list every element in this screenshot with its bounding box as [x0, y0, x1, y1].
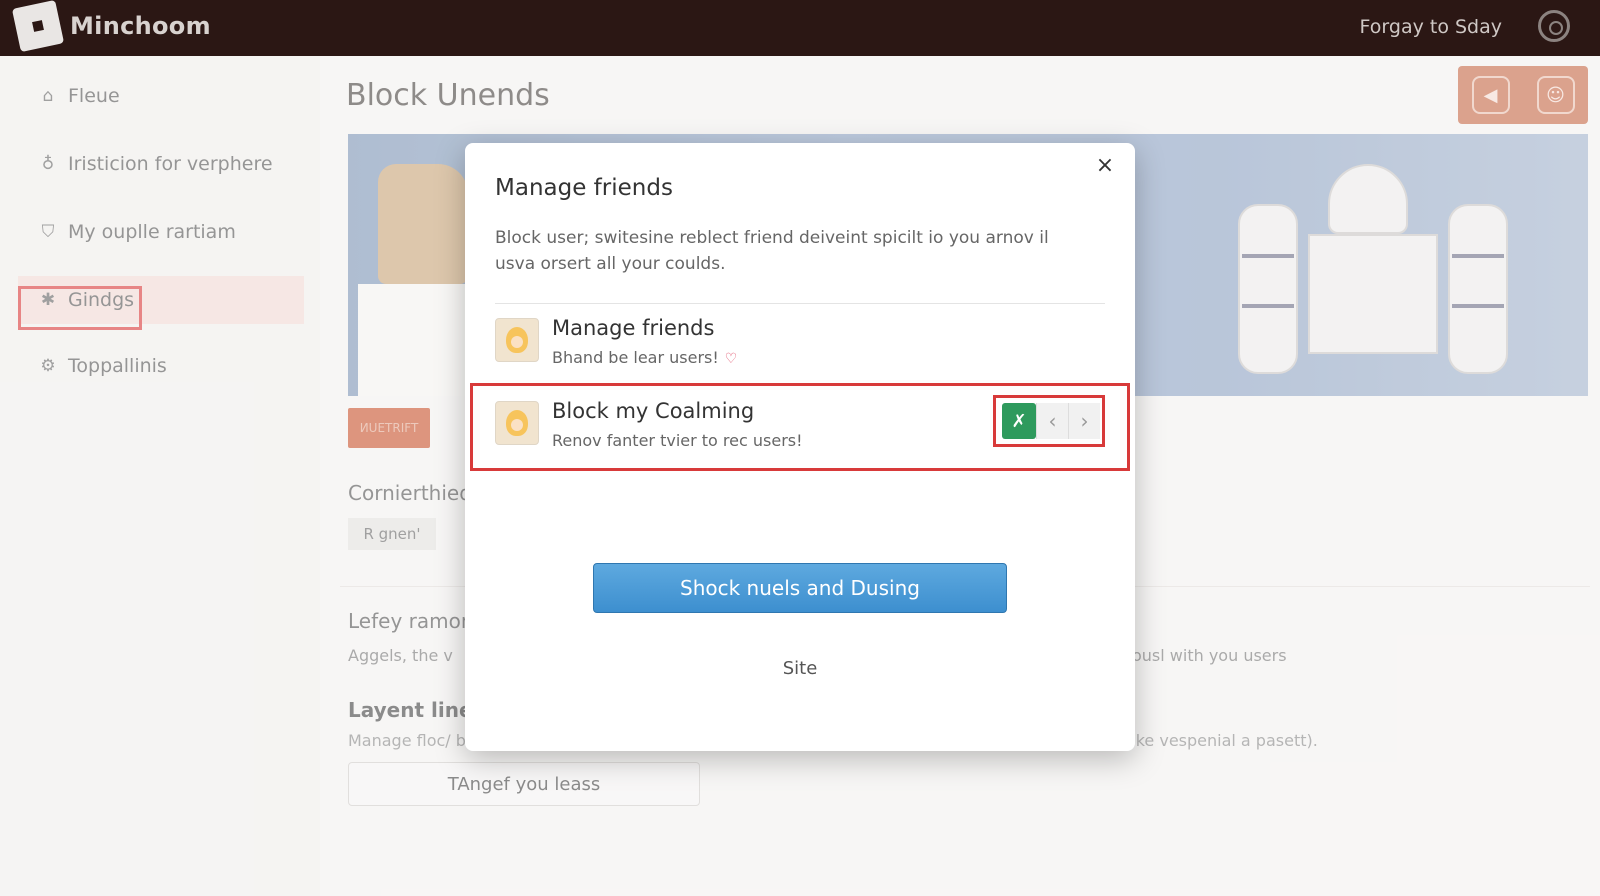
- account-name[interactable]: Forgay to Sday: [1360, 16, 1502, 38]
- manage-friends-dialog: × Manage friends Block user; switesine r…: [465, 143, 1135, 751]
- chevron-right-icon[interactable]: ›: [1068, 403, 1100, 439]
- dialog-description: Block user; switesine reblect friend dei…: [495, 228, 1049, 274]
- row-title: Block my Coalming: [552, 399, 755, 423]
- chevron-left-icon[interactable]: ‹: [1036, 403, 1068, 439]
- friend-row-manage[interactable]: Manage friends Bhand be lear users! ♡: [495, 308, 1095, 372]
- top-bar: Minchoom Forgay to Sday: [0, 0, 1600, 56]
- dialog-title: Manage friends: [495, 175, 673, 201]
- heart-icon: ♡: [724, 351, 738, 367]
- primary-action-button[interactable]: Shock nuels and Dusing: [593, 563, 1007, 613]
- row-subtitle: Renov fanter tvier to rec users!: [552, 431, 803, 450]
- block-user-icon[interactable]: ✗: [1002, 403, 1036, 439]
- row-subtitle: Bhand be lear users! ♡: [552, 348, 738, 367]
- app-title: Minchoom: [70, 12, 211, 40]
- site-link[interactable]: Site: [465, 658, 1135, 679]
- avatar: [495, 401, 539, 445]
- settings-ring-icon[interactable]: [1538, 10, 1570, 42]
- close-icon[interactable]: ×: [1091, 151, 1119, 179]
- app-logo-icon[interactable]: [11, 0, 65, 53]
- divider: [495, 303, 1105, 304]
- row-controls: ✗ ‹ ›: [993, 395, 1105, 447]
- avatar: [495, 318, 539, 362]
- row-title: Manage friends: [552, 316, 715, 340]
